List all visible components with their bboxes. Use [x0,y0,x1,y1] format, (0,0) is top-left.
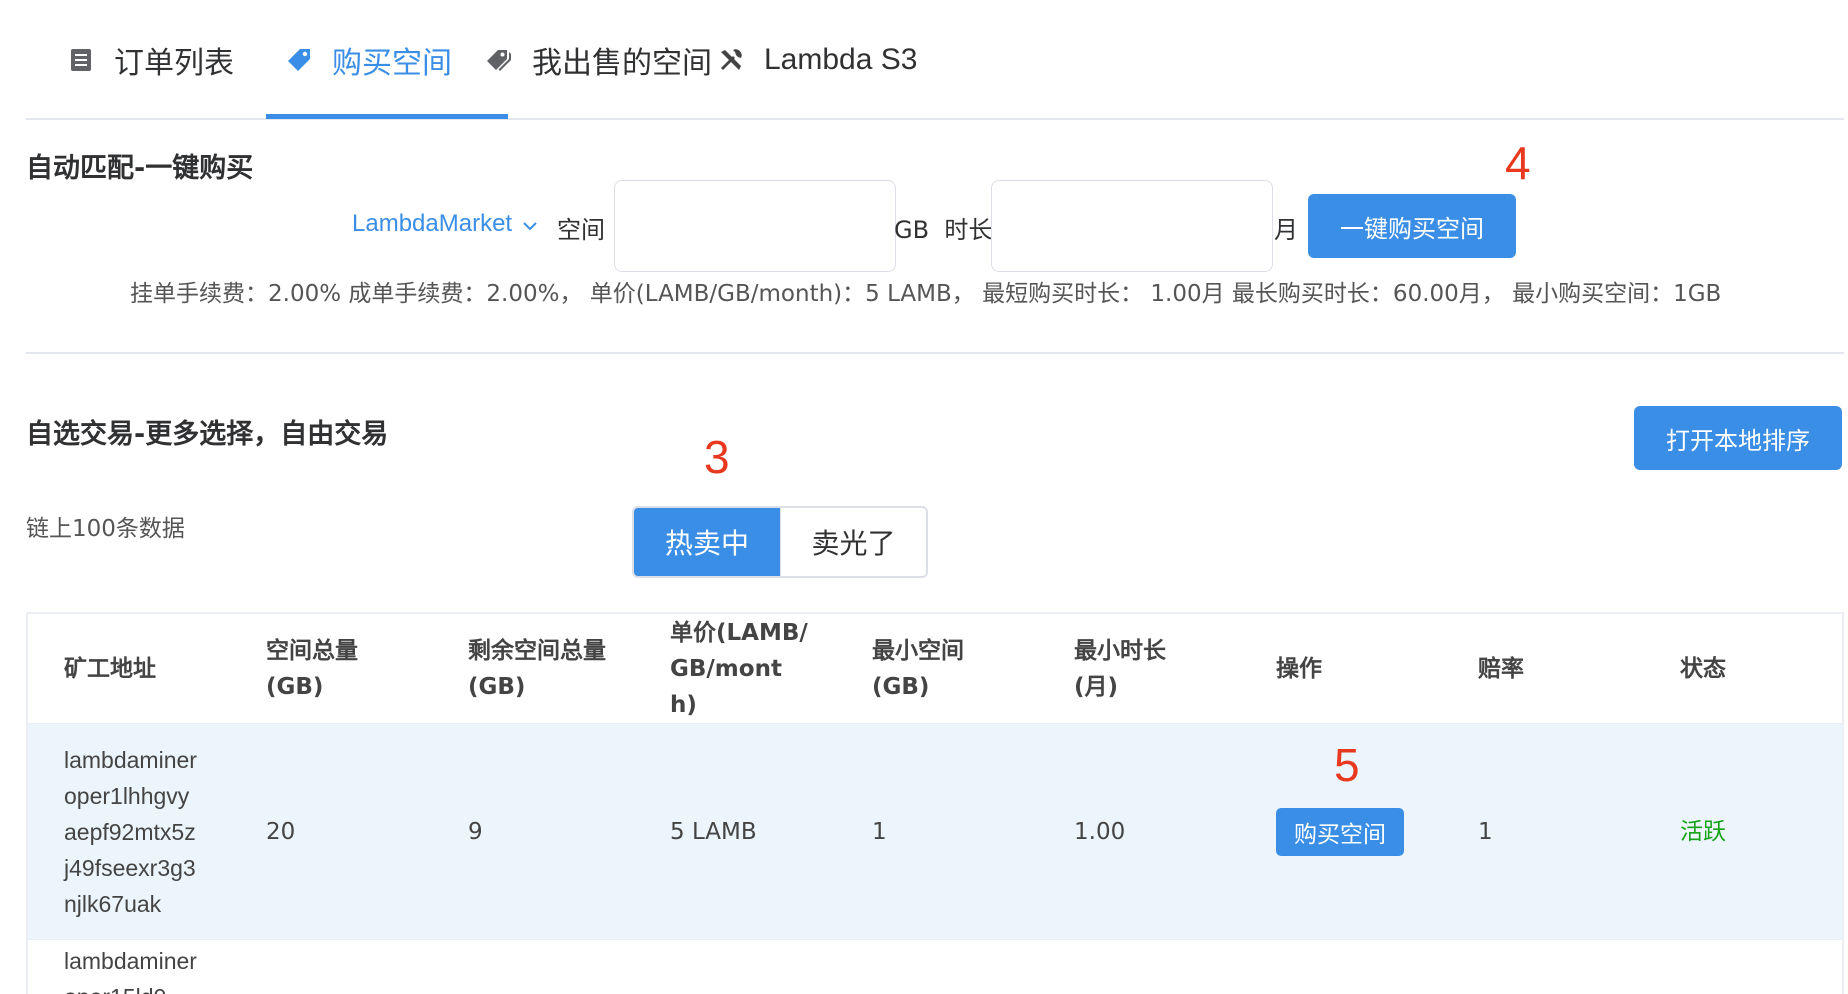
tab-label: 购买空间 [332,46,452,81]
header-remaining-space: 剩余空间总量(GB) [468,638,606,700]
cell-odds: 1 [1478,819,1493,845]
segment-hot-selling[interactable]: 热卖中 [634,508,780,576]
manual-trade-title: 自选交易-更多选择，自由交易 [26,419,389,450]
duration-input[interactable] [991,180,1273,272]
market-select[interactable]: LambdaMarket [352,210,538,238]
cell-min-duration: 1.00 [1074,819,1126,845]
tab-label: Lambda S3 [764,43,918,76]
gb-duration-label: GB 时长 [894,216,993,244]
table-row: lambdamineroper15ld0 [28,941,1842,994]
section-divider [26,352,1844,354]
space-input[interactable] [614,180,896,272]
header-status: 状态 [1680,656,1726,682]
header-action: 操作 [1276,656,1322,682]
segment-sold-out[interactable]: 卖光了 [780,508,926,576]
tab-label: 我出售的空间 [532,46,712,81]
list-icon [66,45,96,75]
active-tab-indicator [266,114,508,119]
table-header: 矿工地址 空间总量(GB) 剩余空间总量(GB) 单价(LAMB/GB/mont… [28,614,1842,724]
tools-icon [716,45,746,75]
tab-lambda-s3[interactable]: Lambda S3 [716,0,917,120]
auto-match-title: 自动匹配-一键购买 [26,153,254,184]
header-odds: 赔率 [1478,656,1524,682]
tab-order-list[interactable]: 订单列表 [66,0,234,120]
header-total-space: 空间总量(GB) [266,638,358,700]
header-unit-price: 单价(LAMB/GB/month) [670,620,808,718]
month-label: 月 [1274,216,1298,244]
tag-icon [284,45,314,75]
tab-label: 订单列表 [114,46,234,81]
header-min-space: 最小空间(GB) [872,638,964,700]
cell-unit-price: 5 LAMB [670,819,757,845]
tags-icon [484,45,514,75]
cell-min-space: 1 [872,819,887,845]
header-miner-address: 矿工地址 [64,656,156,682]
status-segmented-control: 热卖中 卖光了 [632,506,928,578]
market-select-value: LambdaMarket [352,210,513,237]
tab-buy-space[interactable]: 购买空间 [284,0,452,120]
annotation-number-5: 5 [1334,739,1360,791]
cell-status: 活跃 [1680,819,1726,845]
cell-miner-address: lambdamineroper1lhhgvyaepf92mtx5zj49fsee… [64,747,197,917]
fee-info-line: 挂单手续费：2.00% 成单手续费：2.00%， 单价(LAMB/GB/mont… [130,281,1722,307]
one-click-buy-button[interactable]: 一键购买空间 [1308,194,1516,258]
table-row: lambdamineroper1lhhgvyaepf92mtx5zj49fsee… [28,724,1842,940]
space-listing-table: 矿工地址 空间总量(GB) 剩余空间总量(GB) 单价(LAMB/GB/mont… [26,612,1844,994]
tab-bar: 订单列表 购买空间 我出售的空间 Lambda S3 [26,0,1844,120]
cell-total-space: 20 [266,819,296,845]
chevron-down-icon [522,210,538,238]
header-min-duration: 最小时长(月) [1074,638,1166,700]
open-local-sort-button[interactable]: 打开本地排序 [1634,406,1842,470]
tab-my-sold-space[interactable]: 我出售的空间 [484,0,712,120]
annotation-number-3: 3 [704,431,730,483]
onchain-count-text: 链上100条数据 [26,516,185,542]
space-label: 空间 [557,216,605,244]
buy-space-button[interactable]: 购买空间 [1276,808,1404,856]
cell-miner-address: lambdamineroper15ld0 [64,948,197,994]
annotation-number-4: 4 [1505,137,1531,189]
cell-remaining-space: 9 [468,819,483,845]
